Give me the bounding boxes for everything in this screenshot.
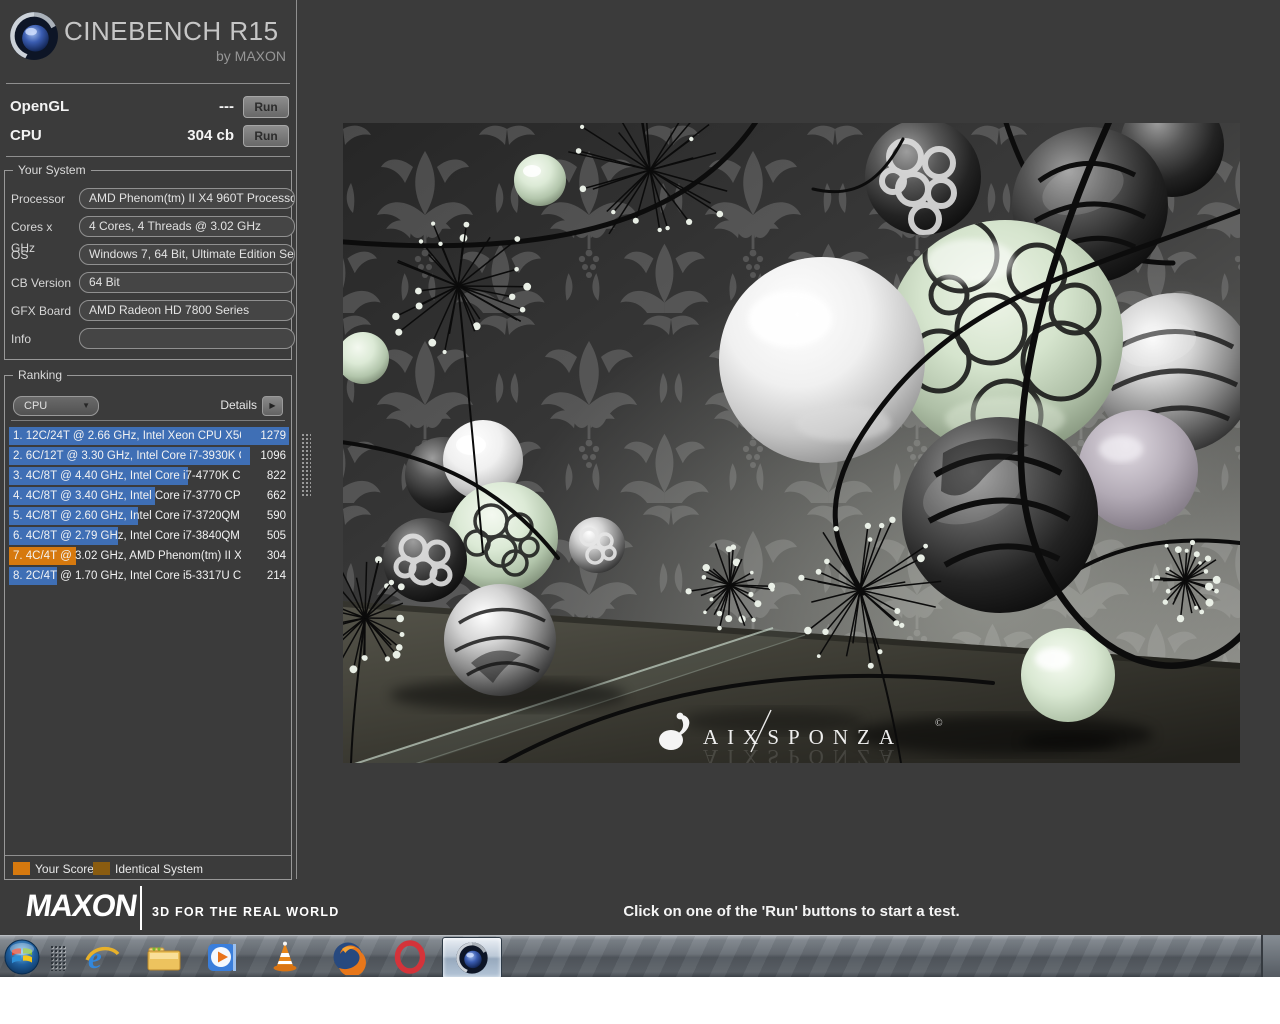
cpu-label: CPU bbox=[10, 127, 42, 144]
media-player-icon[interactable] bbox=[203, 939, 241, 975]
separator bbox=[6, 83, 290, 84]
ranking-title: Ranking bbox=[13, 368, 67, 382]
svg-text:©: © bbox=[935, 718, 943, 729]
separator bbox=[6, 156, 290, 157]
your-system-group: Your System Processor AMD Phenom(tm) II … bbox=[4, 170, 292, 360]
ranking-row[interactable]: 6. 4C/8T @ 2.79 GHz, Intel Core i7-3840Q… bbox=[9, 526, 289, 546]
ranking-scroll-grip[interactable] bbox=[301, 433, 311, 497]
identical-system-swatch bbox=[93, 862, 110, 875]
field-label-os: OS bbox=[11, 245, 79, 266]
internet-explorer-icon[interactable]: e bbox=[83, 939, 121, 975]
cinebench-logo-icon bbox=[8, 10, 60, 62]
field-label-gfx: GFX Board bbox=[11, 301, 79, 322]
chevron-down-icon: ▼ bbox=[82, 397, 90, 415]
cinebench-icon bbox=[455, 941, 489, 975]
field-label-processor: Processor bbox=[11, 189, 79, 210]
gfx-field[interactable]: AMD Radeon HD 7800 Series bbox=[79, 300, 295, 321]
ranking-row[interactable]: 8. 2C/4T @ 1.70 GHz, Intel Core i5-3317U… bbox=[9, 566, 289, 586]
panel-divider bbox=[296, 0, 297, 879]
windows-explorer-icon[interactable] bbox=[145, 939, 183, 975]
os-field[interactable]: Windows 7, 64 Bit, Ultimate Edition Ser bbox=[79, 244, 295, 265]
info-field[interactable] bbox=[79, 328, 295, 349]
ranking-row[interactable]: 1. 12C/24T @ 2.66 GHz, Intel Xeon CPU X5… bbox=[9, 426, 289, 446]
app-subtitle: by MAXON bbox=[66, 48, 286, 64]
render-preview: AIXSPONZA © AIXSPONZA bbox=[343, 123, 1240, 763]
cbversion-field[interactable]: 64 Bit bbox=[79, 272, 295, 293]
ranking-row[interactable]: 7. 4C/4T @ 3.02 GHz, AMD Phenom(tm) II X… bbox=[9, 546, 289, 566]
opengl-score: --- bbox=[110, 98, 234, 115]
maxon-logo-divider bbox=[140, 886, 142, 930]
field-label-info: Info bbox=[11, 329, 79, 350]
windows-taskbar: e CS ▲ bbox=[0, 935, 1280, 977]
taskbar-texture bbox=[0, 936, 1280, 977]
ranking-row[interactable]: 5. 4C/8T @ 2.60 GHz, Intel Core i7-3720Q… bbox=[9, 506, 289, 526]
processor-field[interactable]: AMD Phenom(tm) II X4 960T Processor bbox=[79, 188, 295, 209]
ranking-row[interactable]: 3. 4C/8T @ 4.40 GHz, Intel Core i7-4770K… bbox=[9, 466, 289, 486]
cinebench-window: CINEBENCH R15 by MAXON OpenGL --- Run CP… bbox=[0, 0, 1280, 935]
opengl-label: OpenGL bbox=[10, 98, 69, 115]
cpu-score: 304 cb bbox=[110, 127, 234, 144]
details-button[interactable]: ▶ bbox=[262, 396, 283, 416]
your-score-swatch bbox=[13, 862, 30, 875]
show-desktop-button[interactable] bbox=[1261, 935, 1280, 977]
status-message: Click on one of the 'Run' buttons to sta… bbox=[343, 903, 1240, 920]
ranking-filter-value: CPU bbox=[24, 400, 47, 412]
identical-system-label: Identical System bbox=[115, 862, 203, 876]
ranking-row[interactable]: 2. 6C/12T @ 3.30 GHz, Intel Core i7-3930… bbox=[9, 446, 289, 466]
vlc-icon[interactable] bbox=[266, 939, 304, 975]
ranking-list: 1. 12C/24T @ 2.66 GHz, Intel Xeon CPU X5… bbox=[9, 426, 289, 586]
maxon-logo: MAXON bbox=[23, 888, 138, 924]
app-title: CINEBENCH R15 bbox=[64, 16, 290, 47]
your-score-label: Your Score bbox=[35, 862, 94, 876]
cinebench-taskbar-button[interactable] bbox=[442, 937, 502, 977]
ranking-filter-dropdown[interactable]: CPU ▼ bbox=[13, 396, 99, 416]
ranking-row[interactable]: 4. 4C/8T @ 3.40 GHz, Intel Core i7-3770 … bbox=[9, 486, 289, 506]
maxon-tagline: 3D FOR THE REAL WORLD bbox=[152, 905, 339, 919]
opera-icon[interactable] bbox=[391, 939, 429, 975]
ranking-group: Ranking CPU ▼ Details ▶ 1. 12C/24T @ 2.6… bbox=[4, 375, 292, 880]
field-label-cbversion: CB Version bbox=[11, 273, 79, 294]
your-system-title: Your System bbox=[13, 163, 91, 177]
screenshot-padding bbox=[0, 977, 1280, 1024]
render-scene: AIXSPONZA © AIXSPONZA bbox=[343, 123, 1240, 763]
separator bbox=[11, 420, 285, 421]
details-label: Details bbox=[220, 398, 257, 412]
separator bbox=[5, 855, 291, 856]
cores-field[interactable]: 4 Cores, 4 Threads @ 3.02 GHz bbox=[79, 216, 295, 237]
cpu-run-button[interactable]: Run bbox=[243, 125, 289, 147]
start-button[interactable] bbox=[3, 938, 41, 976]
taskbar-grip bbox=[50, 945, 66, 971]
opengl-run-button[interactable]: Run bbox=[243, 96, 289, 118]
svg-text:AIXSPONZA: AIXSPONZA bbox=[703, 745, 903, 763]
firefox-icon[interactable] bbox=[329, 939, 367, 975]
